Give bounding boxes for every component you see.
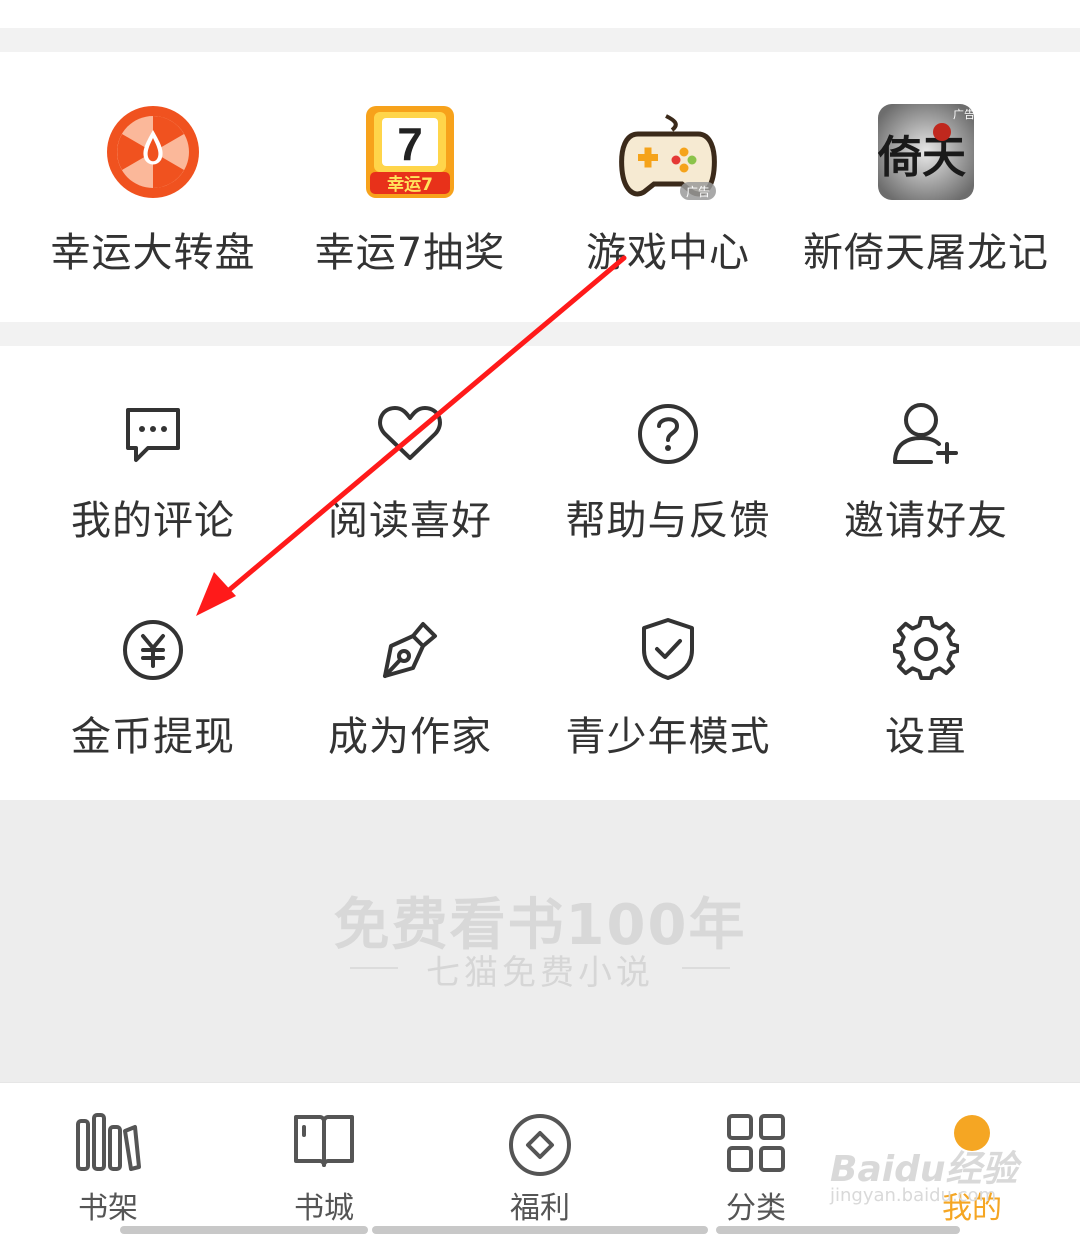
annotation-arrow <box>196 255 627 616</box>
